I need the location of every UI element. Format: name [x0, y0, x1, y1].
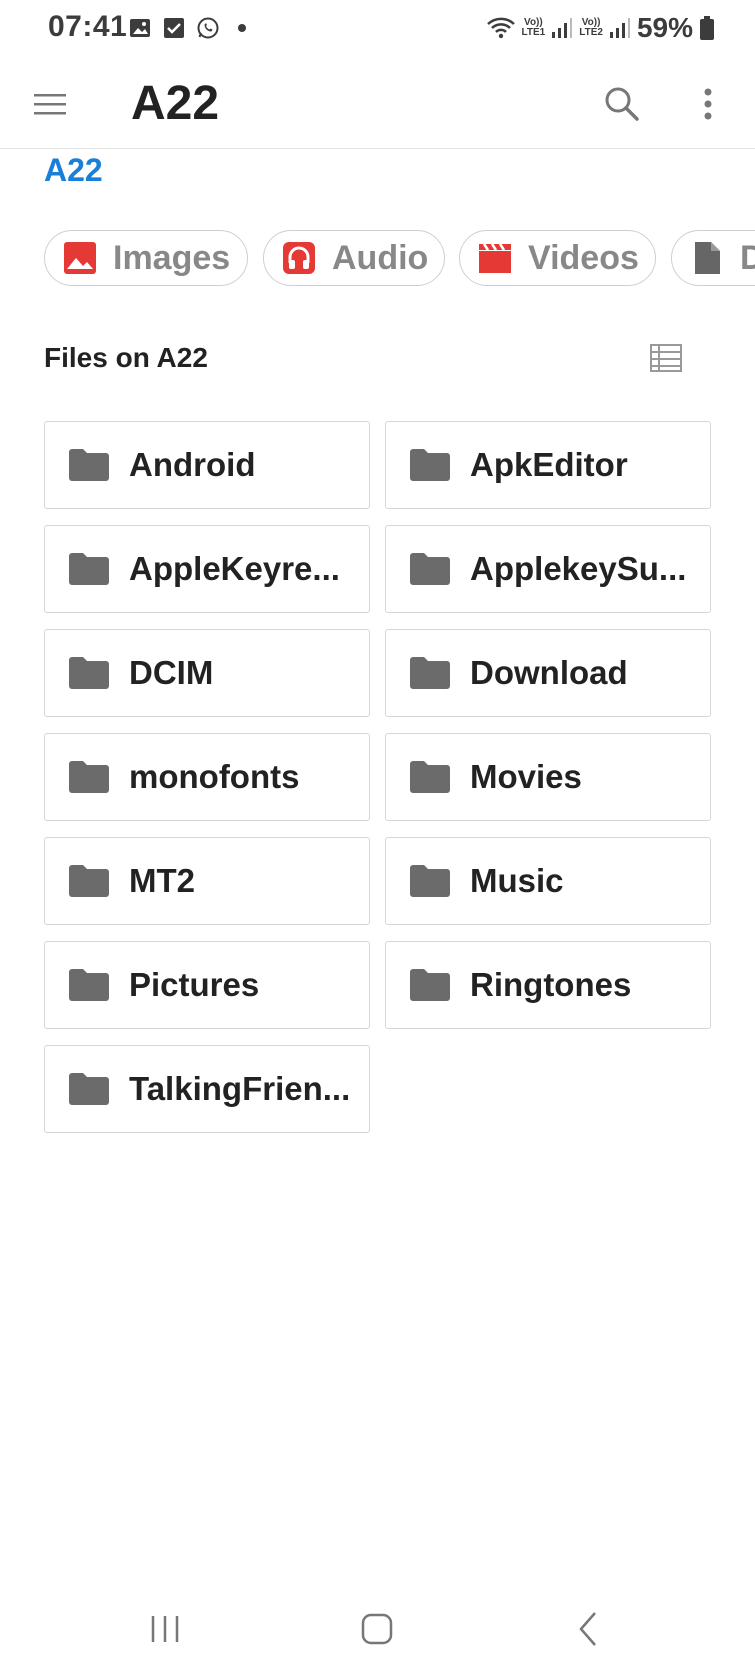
folder-icon: [410, 553, 450, 585]
page-title: A22: [131, 77, 220, 130]
headphones-icon: [283, 242, 315, 274]
folder-icon: [410, 761, 450, 793]
image-icon: [64, 242, 96, 274]
folder-icon: [410, 657, 450, 689]
folder-icon: [69, 553, 109, 585]
recents-icon[interactable]: [140, 1604, 190, 1654]
document-icon: [695, 242, 720, 274]
status-indicators: Vo)) LTE1 Vo)) LTE2 59%: [486, 12, 715, 44]
home-icon[interactable]: [352, 1604, 402, 1654]
folder-name: AppleKeyre...: [129, 550, 340, 587]
chip-audio[interactable]: Audio: [263, 230, 445, 286]
folder-name: Music: [470, 862, 564, 899]
folder-icon: [69, 449, 109, 481]
folder-tile[interactable]: monofonts: [44, 733, 370, 821]
folder-tile[interactable]: TalkingFrien...: [44, 1045, 370, 1133]
folder-tile[interactable]: MT2: [44, 837, 370, 925]
gallery-icon: [130, 19, 150, 37]
notification-icons: [128, 16, 254, 40]
folder-name: Android: [129, 446, 256, 483]
folder-name: Pictures: [129, 966, 260, 1003]
folder-name: ApplekeySu...: [470, 550, 687, 587]
folder-tile[interactable]: AppleKeyre...: [44, 525, 370, 613]
whatsapp-icon: [197, 17, 219, 39]
menu-icon[interactable]: [30, 84, 70, 124]
battery-percent: 59%: [636, 12, 693, 43]
signal-icon: [552, 18, 573, 38]
folder-tile[interactable]: Ringtones: [385, 941, 711, 1029]
folder-tile[interactable]: Android: [44, 421, 370, 509]
folder-icon: [69, 761, 109, 793]
folder-tile[interactable]: Pictures: [44, 941, 370, 1029]
folder-name: monofonts: [129, 758, 300, 795]
sim1-label: Vo)) LTE1: [521, 17, 546, 38]
battery-icon: [700, 16, 714, 40]
navigation-bar: [0, 1578, 755, 1678]
folder-icon: [69, 969, 109, 1001]
folder-icon: [69, 657, 109, 689]
chip-videos[interactable]: Videos: [459, 230, 656, 286]
app-bar: A22: [0, 60, 755, 149]
breadcrumb[interactable]: A22: [44, 152, 103, 189]
folder-tile[interactable]: Download: [385, 629, 711, 717]
folder-icon: [410, 449, 450, 481]
folder-name: Download: [470, 654, 628, 691]
category-chips: Images Audio Videos D: [44, 230, 755, 290]
folder-name: TalkingFrien...: [129, 1070, 351, 1107]
dot-icon: [238, 24, 246, 32]
folder-icon: [410, 865, 450, 897]
status-bar: 07:41 Vo)) LTE1 Vo)) LTE2 59%: [0, 0, 755, 60]
wifi-icon: [486, 17, 515, 39]
folder-icon: [69, 865, 109, 897]
folder-icon: [69, 1073, 109, 1105]
folder-icon: [410, 969, 450, 1001]
folder-tile[interactable]: Music: [385, 837, 711, 925]
folder-name: Ringtones: [470, 966, 632, 1003]
folder-name: ApkEditor: [470, 446, 628, 483]
folder-tile[interactable]: Movies: [385, 733, 711, 821]
signal-icon: [609, 18, 630, 38]
check-icon: [164, 18, 184, 38]
search-icon[interactable]: [600, 82, 644, 126]
sim2-label: Vo)) LTE2: [579, 17, 603, 38]
folder-tile[interactable]: DCIM: [44, 629, 370, 717]
chip-documents[interactable]: D: [671, 230, 755, 286]
status-time: 07:41: [48, 10, 128, 43]
folder-name: Movies: [470, 758, 582, 795]
folder-tile[interactable]: ApplekeySu...: [385, 525, 711, 613]
folder-name: MT2: [129, 862, 195, 899]
chip-images[interactable]: Images: [44, 230, 248, 286]
section-title: Files on A22: [44, 342, 208, 373]
list-view-icon[interactable]: [648, 340, 684, 376]
more-vert-icon[interactable]: [690, 82, 726, 126]
folder-tile[interactable]: ApkEditor: [385, 421, 711, 509]
folder-name: DCIM: [129, 654, 214, 691]
back-icon[interactable]: [564, 1604, 614, 1654]
movie-icon: [479, 243, 511, 273]
